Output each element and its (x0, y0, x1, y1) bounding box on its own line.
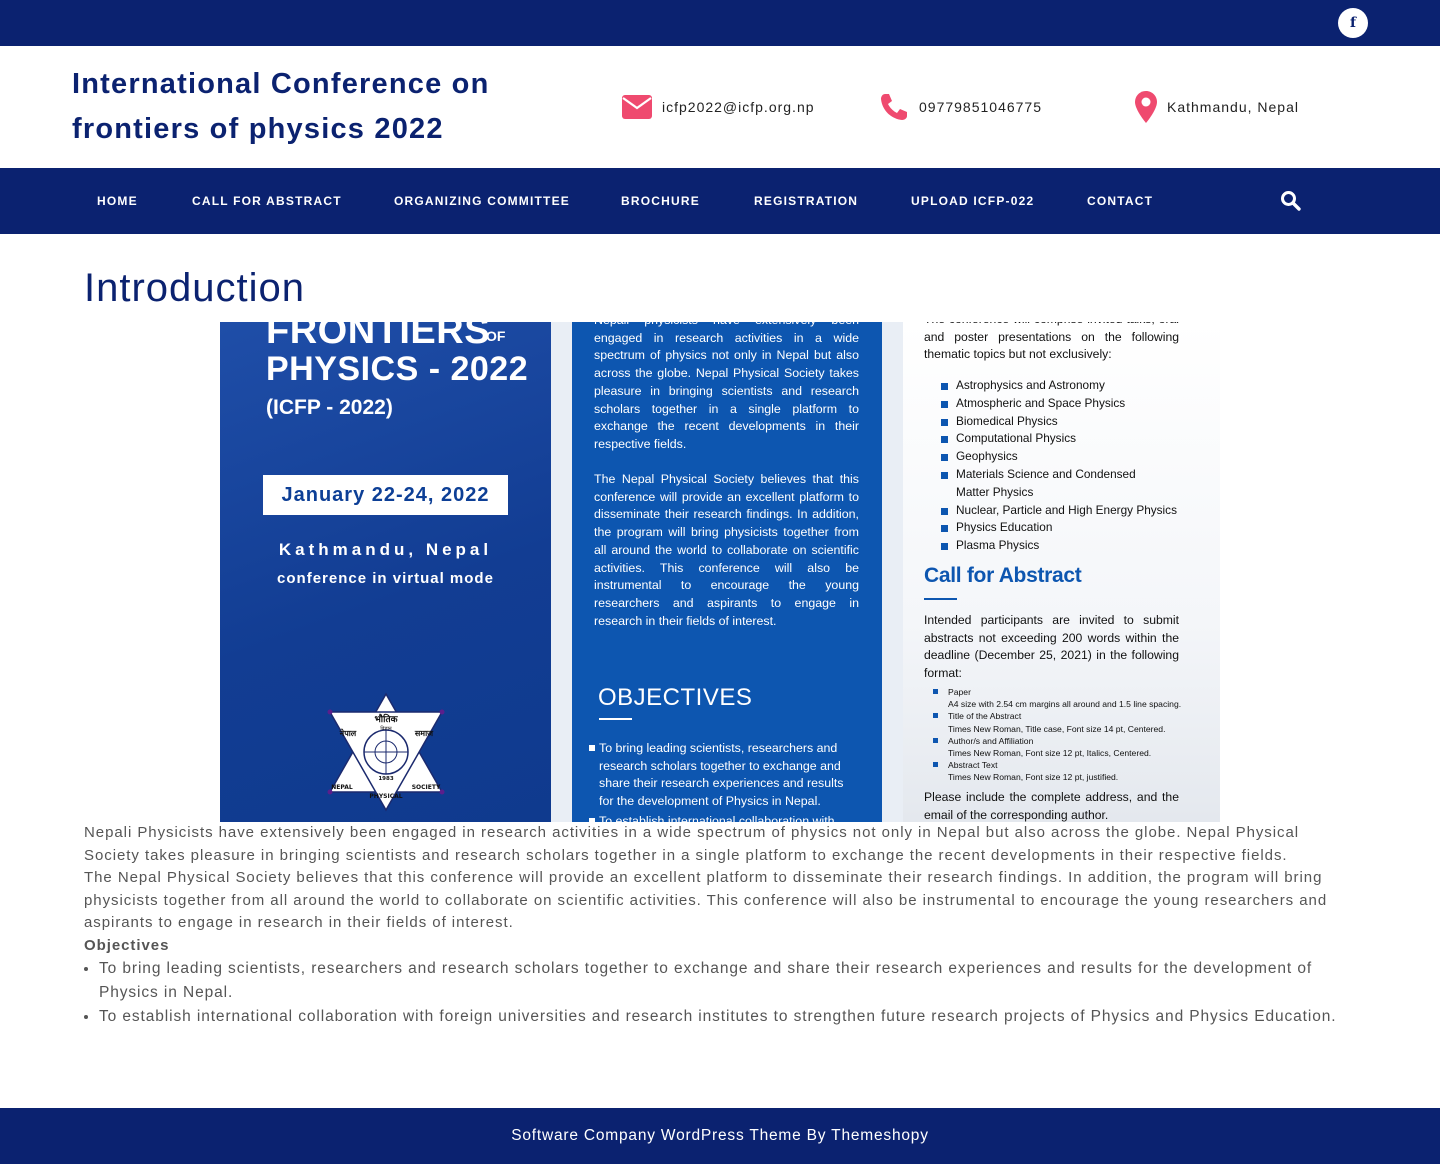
objective-item: To bring leading scientists, researchers… (99, 957, 1344, 1005)
nav-organizing-committee[interactable]: ORGANIZING COMMITTEE (394, 168, 570, 234)
top-bar: f (0, 0, 1440, 46)
logo-top-text: भौतिक (374, 713, 398, 725)
facebook-icon[interactable]: f (1338, 8, 1368, 38)
logo-year: 1983 (378, 776, 393, 782)
location-contact: Kathmandu, Nepal (1135, 90, 1299, 124)
poster-closing: Please include the complete address, and… (924, 790, 1179, 822)
nav-upload[interactable]: UPLOAD ICFP-022 (911, 168, 1034, 234)
poster-objective-2-text: To establish international collaboration… (599, 813, 835, 822)
site-title[interactable]: International Conference on frontiers of… (72, 62, 542, 152)
poster-objective-1-text: To bring leading scientists, researchers… (599, 741, 844, 809)
poster-format-item: Title of the Abstract Times New Roman, Ti… (931, 710, 1211, 734)
nav-call-for-abstract[interactable]: CALL FOR ABSTRACT (192, 168, 342, 234)
format-head: Abstract Text (948, 760, 998, 771)
format-detail: Times New Roman, Font size 12 pt, Italic… (948, 748, 1152, 759)
poster-location: Kathmandu, Nepal (278, 540, 493, 559)
poster-objective-1: To bring leading scientists, researchers… (589, 740, 859, 811)
objective-item: To establish international collaboration… (99, 1005, 1344, 1029)
logo-bottom: PHYSICAL (369, 793, 402, 800)
site-header: International Conference on frontiers of… (0, 46, 1440, 168)
email-text[interactable]: icfp2022@icfp.org.np (662, 99, 815, 115)
objectives-list: To bring leading scientists, researchers… (84, 957, 1344, 1029)
nav-registration[interactable]: REGISTRATION (754, 168, 858, 234)
format-head: Paper (948, 687, 971, 697)
nav-brochure[interactable]: BROCHURE (621, 168, 700, 234)
poster-mode: conference in virtual mode (277, 570, 494, 587)
poster-call-underline (924, 598, 957, 600)
poster-format-item: Paper A4 size with 2.54 cm margins all ar… (931, 686, 1211, 710)
email-contact: icfp2022@icfp.org.np (622, 90, 815, 124)
poster-title-line2: PHYSICS - 2022 (266, 350, 529, 388)
poster-format-item: Abstract Text Times New Roman, Font size … (931, 759, 1211, 783)
poster-topic: Biomedical Physics (923, 413, 1203, 431)
poster-middle-panel: Nepali physicists have extensively been … (551, 322, 903, 822)
objectives-heading: Objectives (84, 936, 170, 954)
phone-text[interactable]: 09779851046775 (919, 99, 1042, 115)
poster-objectives-underline (599, 718, 632, 720)
site-footer: Software Company WordPress Theme By Them… (0, 1108, 1440, 1164)
main-nav: HOME CALL FOR ABSTRACT ORGANIZING COMMIT… (0, 168, 1440, 234)
page-title: Introduction (84, 266, 306, 310)
poster-title-line1: FRONTIERS (266, 322, 491, 352)
poster-topic: Computational Physics (923, 430, 1203, 448)
nav-contact[interactable]: CONTACT (1087, 168, 1153, 234)
envelope-icon (622, 95, 652, 119)
logo-bottom-right: SOCIETY (412, 784, 441, 791)
format-detail: Times New Roman, Font size 12 pt, justif… (948, 772, 1119, 783)
poster-topic: Atmospheric and Space Physics (923, 395, 1203, 413)
logo-bottom-left: NEPAL (331, 784, 353, 791)
poster-topics-list: Astrophysics and Astronomy Atmospheric a… (923, 377, 1203, 555)
footer-credit-link[interactable]: Software Company WordPress Theme By Them… (511, 1127, 929, 1144)
poster-topic: Plasma Physics (923, 537, 1203, 555)
phone-contact: 09779851046775 (879, 90, 1042, 124)
poster-objectives-title: OBJECTIVES (598, 684, 753, 711)
poster-title-of: OF (486, 328, 506, 344)
intro-paragraph-2: The Nepal Physical Society believes that… (84, 869, 1328, 931)
location-text: Kathmandu, Nepal (1167, 99, 1299, 115)
poster-call-text: Intended participants are invited to sub… (924, 613, 1179, 681)
poster-topic: Astrophysics and Astronomy (923, 377, 1203, 395)
intro-content: Nepali Physicists have extensively been … (84, 822, 1344, 1029)
poster-para-2: The Nepal Physical Society believes that… (594, 472, 859, 628)
nepal-physical-society-logo: भौतिक विज्ञान नेपाल समाज 1983 NEPAL SOCI… (327, 692, 445, 812)
search-icon[interactable] (1280, 190, 1302, 212)
poster-para-1: Nepali physicists have extensively been … (594, 322, 859, 451)
poster-bullet (589, 745, 595, 751)
poster-topic: Nuclear, Particle and High Energy Physic… (923, 502, 1203, 520)
format-detail: Times New Roman, Title case, Font size 1… (948, 723, 1166, 734)
poster-dates: January 22-24, 2022 (263, 475, 508, 515)
intro-paragraph-1: Nepali Physicists have extensively been … (84, 824, 1300, 864)
format-detail: A4 size with 2.54 cm margins all around … (948, 699, 1182, 710)
poster-call-title: Call for Abstract (924, 564, 1082, 587)
poster-right-panel: The conference will comprise invited tal… (903, 322, 1220, 822)
poster-topic: Physics Education (923, 519, 1203, 537)
poster-format-list: Paper A4 size with 2.54 cm margins all ar… (931, 686, 1211, 784)
poster-topics-intro: The conference will comprise invited tal… (924, 322, 1179, 362)
format-head: Author/s and Affiliation (948, 735, 1034, 746)
logo-left-text: नेपाल (339, 728, 357, 738)
poster-middle-blue: Nepali physicists have extensively been … (572, 322, 882, 822)
logo-right-text: समाज (414, 729, 434, 738)
map-marker-icon (1135, 91, 1157, 123)
format-head: Title of the Abstract (948, 711, 1022, 722)
poster-left-panel: FRONTIERS OF PHYSICS - 2022 (ICFP - 2022… (220, 322, 551, 822)
brochure-image: FRONTIERS OF PHYSICS - 2022 (ICFP - 2022… (220, 322, 1220, 822)
nav-home[interactable]: HOME (97, 168, 138, 234)
poster-topic: Geophysics (923, 448, 1203, 466)
poster-objectives-list: To bring leading scientists, researchers… (589, 740, 859, 822)
poster-abbr: (ICFP - 2022) (266, 396, 393, 419)
poster-topic: Materials Science and Condensed Matter P… (923, 466, 1203, 502)
logo-sub-text: विज्ञान (380, 725, 392, 732)
poster-objective-2: To establish international collaboration… (589, 813, 859, 822)
phone-icon (879, 92, 909, 122)
poster-format-item: Author/s and Affiliation Times New Roman,… (931, 735, 1211, 759)
